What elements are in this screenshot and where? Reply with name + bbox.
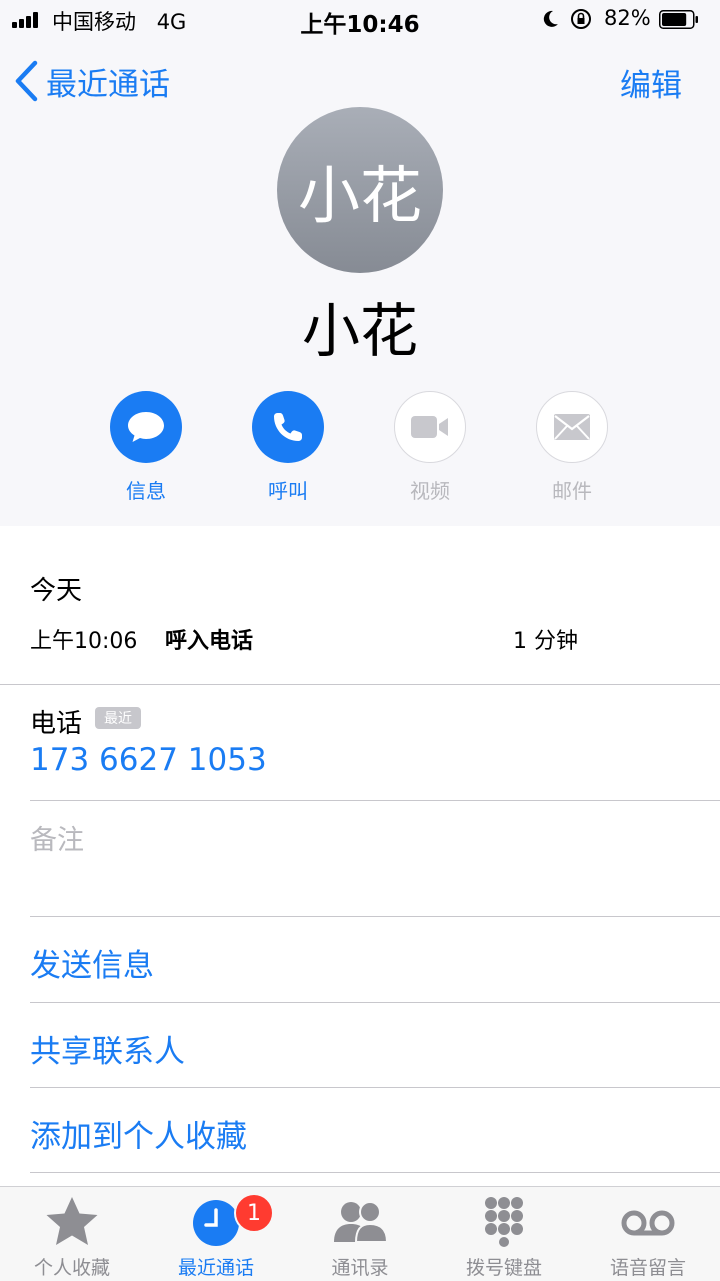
contact-name: 小花 [301, 297, 418, 365]
mail-action-circle [536, 391, 608, 463]
back-button-label: 最近通话 [46, 66, 170, 103]
chevron-left-icon [15, 60, 38, 102]
battery-icon [659, 10, 698, 29]
call-action-button[interactable]: 呼叫 [238, 391, 338, 504]
recent-badge: 最近 [95, 707, 141, 729]
video-action-label: 视频 [410, 479, 450, 503]
do-not-disturb-icon [543, 10, 558, 27]
divider [30, 1172, 720, 1173]
divider [30, 800, 720, 801]
phone-icon [274, 413, 302, 441]
divider [30, 1087, 720, 1088]
voicemail-icon [621, 1210, 675, 1236]
notes-label[interactable]: 备注 [30, 818, 84, 857]
call-action-label: 呼叫 [268, 479, 308, 503]
phone-label: 电话 [30, 709, 83, 739]
edit-button[interactable]: 编辑 [620, 60, 682, 105]
tab-bar: 个人收藏 1 最近通话 通讯录 拨号键盘 语音留言 [0, 1186, 720, 1281]
call-history-day: 今天 [30, 576, 83, 606]
tab-label: 语音留言 [609, 1257, 686, 1279]
message-icon [128, 412, 164, 442]
tab-label: 最近通话 [177, 1257, 254, 1279]
contacts-icon [334, 1201, 389, 1243]
avatar-initials: 小花 [297, 159, 422, 232]
back-button[interactable]: 最近通话 [14, 58, 170, 104]
tab-contacts[interactable]: 通讯录 [288, 1187, 432, 1281]
share-contact-link[interactable]: 共享联系人 [30, 1026, 185, 1071]
tab-keypad[interactable]: 拨号键盘 [432, 1187, 576, 1281]
video-action-circle [394, 391, 466, 463]
video-action-button[interactable]: 视频 [380, 391, 480, 504]
tab-recents[interactable]: 1 最近通话 [144, 1187, 288, 1281]
divider [30, 916, 720, 917]
tab-voicemail[interactable]: 语音留言 [576, 1187, 720, 1281]
mail-action-button[interactable]: 邮件 [522, 391, 622, 504]
keypad-icon [485, 1197, 523, 1247]
call-duration: 1 分钟 [513, 629, 578, 654]
phone-number[interactable]: 173 6627 1053 [30, 742, 267, 778]
tab-badge: 1 [234, 1193, 274, 1233]
message-action-button[interactable]: 信息 [96, 391, 196, 504]
avatar: 小花 [277, 107, 443, 273]
tab-label: 通讯录 [331, 1257, 389, 1279]
tab-favorites[interactable]: 个人收藏 [0, 1187, 144, 1281]
message-action-label: 信息 [126, 479, 166, 503]
call-action-circle [252, 391, 324, 463]
mail-icon [554, 414, 590, 440]
message-action-circle [110, 391, 182, 463]
divider [0, 684, 720, 685]
call-time: 上午10:06 [30, 629, 138, 654]
mail-action-label: 邮件 [552, 479, 592, 503]
star-icon [46, 1197, 98, 1245]
video-icon [411, 416, 448, 438]
divider [30, 1002, 720, 1003]
rotation-lock-icon [571, 9, 591, 29]
tab-label: 个人收藏 [33, 1257, 110, 1279]
add-to-favorites-link[interactable]: 添加到个人收藏 [30, 1111, 247, 1156]
battery-percentage: 82% [604, 6, 651, 30]
status-bar: 中国移动 4G 上午10:46 82% [0, 0, 720, 40]
tab-label: 拨号键盘 [465, 1257, 542, 1279]
call-type: 呼入电话 [165, 629, 254, 654]
send-message-link[interactable]: 发送信息 [30, 940, 154, 985]
